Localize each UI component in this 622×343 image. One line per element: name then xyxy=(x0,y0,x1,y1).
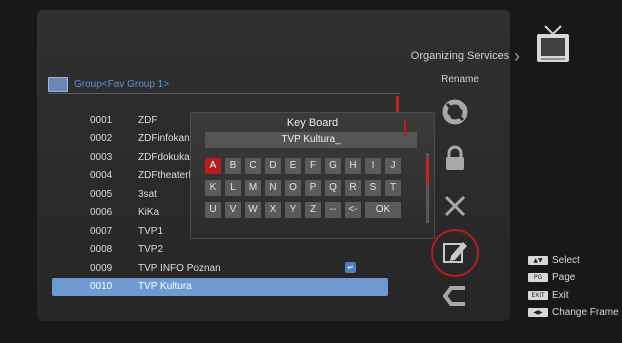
key-p[interactable]: P xyxy=(305,180,321,196)
key-dash[interactable]: -- xyxy=(325,202,341,218)
focus-indicator xyxy=(404,120,406,136)
channel-name: ZDFinfokanal xyxy=(138,133,198,145)
delete-icon[interactable] xyxy=(441,192,469,220)
key-backspace[interactable]: <- xyxy=(345,202,361,218)
keyboard-scroll-thumb xyxy=(426,157,429,185)
key-e[interactable]: E xyxy=(285,158,301,174)
key-x[interactable]: X xyxy=(265,202,281,218)
key-j[interactable]: J xyxy=(385,158,401,174)
legend-select: ▲▼ Select xyxy=(528,252,619,268)
leftright-key-icon: ◀▶ xyxy=(528,308,548,317)
move-icon[interactable] xyxy=(441,98,469,126)
channel-name: 3sat xyxy=(138,188,157,200)
key-r[interactable]: R xyxy=(345,180,361,196)
keyboard-title: Key Board xyxy=(286,117,339,129)
channel-number: 0004 xyxy=(90,170,113,182)
channel-number: 0008 xyxy=(90,244,113,256)
channel-number: 0001 xyxy=(90,114,113,126)
key-t[interactable]: T xyxy=(385,180,401,196)
legend-label: Exit xyxy=(552,289,569,301)
channel-row[interactable]: 0008 TVP2 xyxy=(52,241,388,260)
key-f[interactable]: F xyxy=(305,158,321,174)
return-icon: ↵ xyxy=(345,262,356,273)
channel-number: 0009 xyxy=(90,262,113,274)
channel-number: 0003 xyxy=(90,151,113,163)
channel-number: 0006 xyxy=(90,207,113,219)
updown-key-icon: ▲▼ xyxy=(528,255,548,265)
channel-name: TVP INFO Poznan xyxy=(138,262,221,274)
channel-number: 0002 xyxy=(90,133,113,145)
legend-page: PG Page xyxy=(528,270,619,286)
tv-icon xyxy=(537,25,569,62)
key-m[interactable]: M xyxy=(245,180,261,196)
lock-icon[interactable] xyxy=(441,144,469,172)
channel-name: ZDF xyxy=(138,114,158,126)
key-legend: ▲▼ Select PG Page EXIT Exit ◀▶ Change Fr… xyxy=(528,252,619,322)
keyboard-dialog: Key Board TVP Kultura_ A B C D E F G H I… xyxy=(190,112,435,239)
channel-name: KiKa xyxy=(138,207,160,219)
legend-change-frame: ◀▶ Change Frame xyxy=(528,305,619,321)
chevron-right-icon: › xyxy=(514,46,520,66)
key-a[interactable]: A xyxy=(205,158,221,174)
channel-number: 0007 xyxy=(90,225,113,237)
key-g[interactable]: G xyxy=(325,158,341,174)
key-w[interactable]: W xyxy=(245,202,261,218)
page-key-icon: PG xyxy=(528,273,548,282)
channel-name: TVP Kultura xyxy=(138,281,192,293)
channel-row[interactable]: 0009 TVP INFO Poznan ↵ xyxy=(52,259,388,278)
key-u[interactable]: U xyxy=(205,202,221,218)
key-ok[interactable]: OK xyxy=(365,202,401,218)
divider xyxy=(48,93,400,94)
group-label: Group<Fav Group 1> xyxy=(74,78,170,90)
menu-subtitle: Rename xyxy=(441,74,479,85)
menu-title: Organizing Services xyxy=(410,50,510,62)
back-icon[interactable] xyxy=(441,282,469,310)
key-z[interactable]: Z xyxy=(305,202,321,218)
legend-label: Select xyxy=(552,254,580,266)
key-s[interactable]: S xyxy=(365,180,381,196)
legend-label: Page xyxy=(552,272,576,283)
key-b[interactable]: B xyxy=(225,158,241,174)
channel-row-selected[interactable]: 0010 TVP Kultura xyxy=(52,277,388,296)
key-i[interactable]: I xyxy=(365,158,381,174)
key-l[interactable]: L xyxy=(225,180,241,196)
exit-key-icon: EXIT xyxy=(528,290,548,300)
key-y[interactable]: Y xyxy=(285,202,301,218)
channel-number: 0010 xyxy=(90,281,113,293)
key-h[interactable]: H xyxy=(345,158,361,174)
rename-icon[interactable] xyxy=(441,238,469,266)
tv-icon xyxy=(48,76,68,92)
key-v[interactable]: V xyxy=(225,202,241,218)
rename-input[interactable]: TVP Kultura_ xyxy=(205,132,417,148)
group-header: Group<Fav Group 1> xyxy=(48,76,169,92)
key-q[interactable]: Q xyxy=(325,180,341,196)
key-k[interactable]: K xyxy=(205,180,221,196)
key-c[interactable]: C xyxy=(245,158,261,174)
key-n[interactable]: N xyxy=(265,180,281,196)
key-d[interactable]: D xyxy=(265,158,281,174)
legend-label: Change Frame xyxy=(552,307,619,318)
channel-name: TVP2 xyxy=(138,244,164,256)
key-o[interactable]: O xyxy=(285,180,301,196)
channel-name: TVP1 xyxy=(138,225,164,237)
legend-exit: EXIT Exit xyxy=(528,287,619,303)
channel-number: 0005 xyxy=(90,188,113,200)
